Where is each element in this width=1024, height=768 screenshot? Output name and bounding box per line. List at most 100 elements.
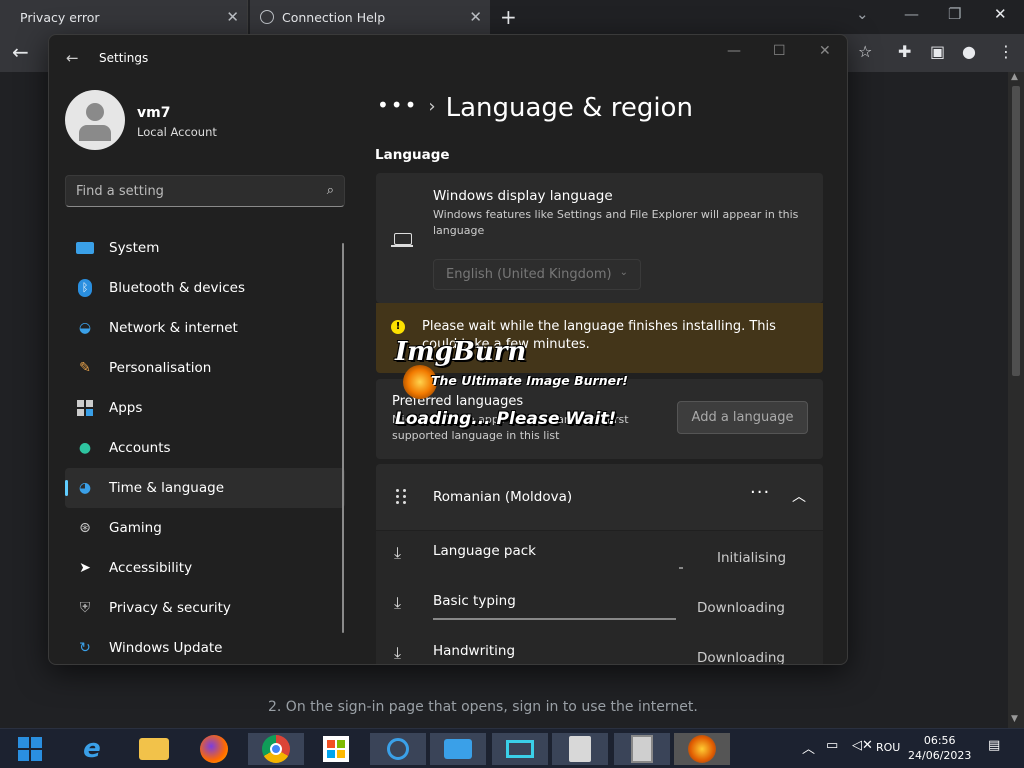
sidebar-item-label: Time & language	[109, 480, 225, 496]
feature-status: Initialising	[717, 550, 787, 566]
tab-connection-help[interactable]: Connection Help ✕	[250, 0, 490, 34]
sidebar-nav: System ᛒ Bluetooth & devices ◒ Network &…	[65, 228, 345, 664]
window-title: Settings	[99, 51, 149, 65]
language-indicator[interactable]: ROU	[876, 741, 900, 754]
laptop-icon	[391, 233, 413, 247]
close-icon[interactable]: ✕	[819, 43, 831, 59]
tab-label: Privacy error	[20, 9, 100, 25]
avatar[interactable]	[65, 90, 125, 150]
profile-icon[interactable]: ●	[962, 42, 976, 61]
sidebar-item-apps[interactable]: Apps	[65, 388, 345, 428]
feature-status: Downloading	[697, 650, 785, 665]
chevron-right-icon: ›	[428, 96, 436, 117]
display-icon	[506, 740, 534, 758]
back-arrow-icon[interactable]: ←	[12, 40, 29, 64]
windows-logo-icon	[18, 737, 42, 761]
tab-privacy-error[interactable]: Privacy error ✕	[0, 0, 248, 34]
language-row[interactable]: Romanian (Moldova) ··· ︿	[376, 464, 823, 530]
breadcrumb-more[interactable]: •••	[377, 93, 418, 117]
taskbar-explorer[interactable]	[126, 733, 182, 765]
search-placeholder: Find a setting	[76, 184, 164, 199]
sidebar-item-time-language[interactable]: ◕ Time & language	[65, 468, 345, 508]
feature-status: Downloading	[697, 600, 785, 616]
scroll-up-icon[interactable]: ▲	[1011, 72, 1018, 82]
menu-icon[interactable]: ⋮	[998, 42, 1014, 61]
clock-date: 24/06/2023	[908, 749, 972, 762]
taskbar-app-installer[interactable]	[614, 733, 670, 765]
clock[interactable]: 06:56 24/06/2023	[908, 733, 971, 763]
taskbar-imgburn[interactable]	[674, 733, 730, 765]
taskbar-chrome[interactable]	[248, 733, 304, 765]
warning-icon: !	[391, 320, 405, 334]
monitor-icon	[76, 239, 94, 257]
sidebar-item-accounts[interactable]: ● Accounts	[65, 428, 345, 468]
sidebar-item-gaming[interactable]: ⊛ Gaming	[65, 508, 345, 548]
network-icon[interactable]: ▭	[826, 738, 838, 753]
user-name: vm7	[137, 105, 171, 121]
sidebar-item-personalisation[interactable]: ✎ Personalisation	[65, 348, 345, 388]
scroll-down-icon[interactable]: ▼	[1011, 714, 1018, 724]
sidebar-item-label: Bluetooth & devices	[109, 280, 246, 296]
taskbar-firefox[interactable]	[186, 733, 242, 765]
update-icon: ↻	[79, 640, 91, 656]
star-icon[interactable]: ☆	[858, 42, 872, 61]
folder-icon	[139, 738, 169, 760]
sidebar-item-bluetooth[interactable]: ᛒ Bluetooth & devices	[65, 268, 345, 308]
keyboard-icon	[444, 739, 472, 759]
close-window-icon[interactable]: ✕	[994, 5, 1007, 23]
install-warning-banner: ! Please wait while the language finishe…	[376, 303, 823, 373]
card-description: Microsoft Store apps will appear in the …	[392, 413, 629, 442]
taskbar-settings[interactable]	[370, 733, 426, 765]
display-language-select[interactable]: English (United Kingdom) ⌄	[433, 259, 641, 290]
close-tab-icon[interactable]: ✕	[469, 8, 482, 26]
add-language-button[interactable]: Add a language	[677, 401, 808, 434]
sidebar-item-network[interactable]: ◒ Network & internet	[65, 308, 345, 348]
extensions-icon[interactable]: ✚	[898, 42, 911, 61]
gamepad-icon: ⊛	[79, 520, 91, 536]
taskbar-app-keyboard[interactable]	[430, 733, 486, 765]
restore-icon[interactable]: ❐	[948, 5, 961, 23]
start-button[interactable]	[2, 733, 58, 765]
sidebar-item-label: Network & internet	[109, 320, 238, 336]
sidepanel-icon[interactable]: ▣	[930, 42, 945, 61]
person-icon: ●	[78, 440, 92, 456]
download-icon: ⤓	[394, 643, 402, 662]
scroll-thumb[interactable]	[1012, 86, 1020, 376]
progress-bar	[679, 567, 683, 569]
taskbar-app-display[interactable]	[492, 733, 548, 765]
chevron-up-icon[interactable]: ︿	[792, 486, 806, 506]
minimize-icon[interactable]: —	[904, 5, 919, 23]
taskbar-app-switch[interactable]	[552, 733, 608, 765]
accessibility-icon: ➤	[79, 560, 91, 576]
minimize-icon[interactable]: —	[727, 43, 741, 59]
more-options-icon[interactable]: ···	[750, 482, 770, 503]
search-input[interactable]: Find a setting ⌕	[65, 175, 345, 207]
taskbar-ie[interactable]: e	[64, 733, 120, 765]
sidebar-item-label: Privacy & security	[109, 600, 231, 616]
back-arrow-icon[interactable]: ←	[66, 49, 79, 67]
new-tab-icon[interactable]: +	[500, 5, 517, 29]
warning-text: Please wait while the language finishes …	[422, 319, 776, 352]
account-type: Local Account	[137, 125, 217, 139]
sidebar-item-accessibility[interactable]: ➤ Accessibility	[65, 548, 345, 588]
tab-label: Connection Help	[282, 9, 386, 25]
volume-muted-icon[interactable]: ◁✕	[852, 738, 873, 753]
page-scrollbar[interactable]: ▲ ▼	[1008, 72, 1024, 728]
drag-handle-icon[interactable]	[396, 489, 408, 505]
maximize-icon[interactable]: ☐	[773, 43, 786, 59]
feature-title: Handwriting	[433, 643, 516, 659]
sidebar-item-windows-update[interactable]: ↻ Windows Update	[65, 628, 345, 664]
notification-icon[interactable]: ▤	[988, 738, 1000, 753]
display-language-card: Windows display language Windows feature…	[376, 173, 823, 303]
tab-search-icon[interactable]: ⌄	[856, 5, 869, 23]
taskbar-store[interactable]	[308, 733, 364, 765]
sidebar-item-label: Accessibility	[109, 560, 193, 576]
taskbar: e ︿ ▭ ◁✕ ROU 06:56 24/06/2023 ▤	[0, 728, 1024, 768]
close-tab-icon[interactable]: ✕	[226, 8, 239, 26]
sidebar-scrollbar[interactable]	[342, 243, 344, 633]
sidebar-item-system[interactable]: System	[65, 228, 345, 268]
chevron-up-icon[interactable]: ︿	[802, 738, 815, 757]
sidebar-item-privacy[interactable]: ⛨ Privacy & security	[65, 588, 345, 628]
card-title: Preferred languages	[392, 394, 524, 409]
progress-bar	[433, 618, 676, 620]
